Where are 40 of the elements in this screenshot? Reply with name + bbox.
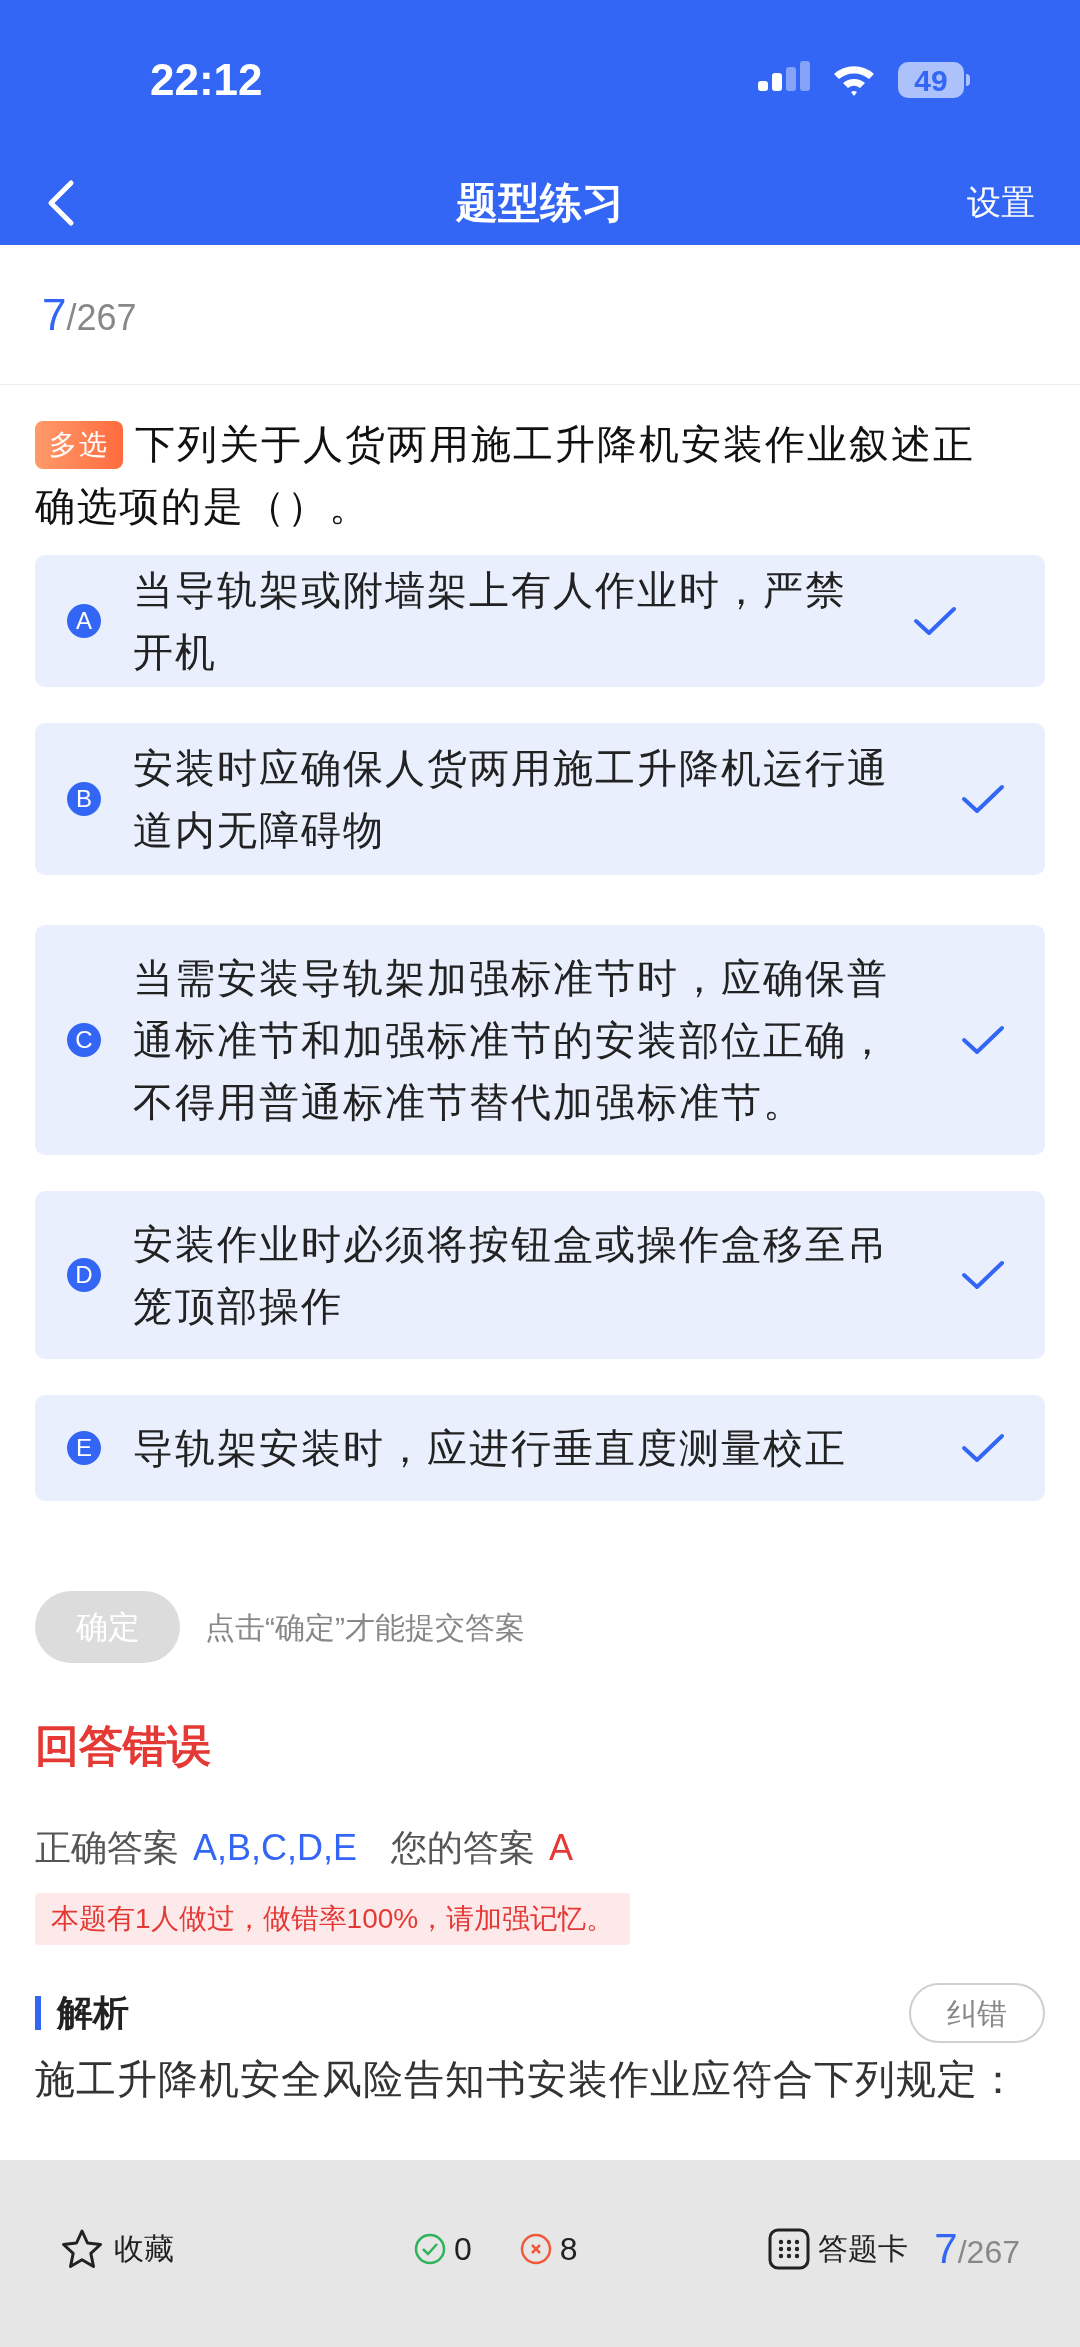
option-letter: A: [67, 604, 101, 638]
analysis-title: 解析: [57, 1991, 129, 2035]
correct-answer-label: 正确答案: [35, 1826, 179, 1870]
option[interactable]: A 当导轨架或附墙架上有人作业时，严禁开机: [35, 555, 1045, 687]
your-answer-label: 您的答案: [391, 1826, 536, 1870]
question-counter: 7/267: [42, 288, 137, 341]
option[interactable]: D 安装作业时必须将按钮盒或操作盒移至吊笼顶部操作: [35, 1191, 1045, 1359]
answer-card-button[interactable]: 答题卡: [768, 2226, 909, 2271]
favorite-button[interactable]: 收藏: [60, 2226, 174, 2271]
option-text: 安装作业时必须将按钮盒或操作盒移至吊笼顶部操作: [133, 1221, 890, 1330]
correct-icon: [414, 2232, 446, 2265]
page-title: 题型练习: [456, 178, 624, 228]
option-letter: B: [67, 782, 101, 816]
option-text: 当导轨架或附墙架上有人作业时，严禁开机: [133, 567, 848, 676]
option-letter: C: [67, 1023, 101, 1057]
grid-icon: [768, 2227, 811, 2270]
star-icon: [60, 2227, 104, 2270]
accent-bar: [35, 1996, 41, 2030]
option-letter: D: [67, 1258, 101, 1292]
option-text: 安装时应确保人货两用施工升降机运行通道内无障碍物: [133, 745, 890, 854]
confirm-hint: 点击“确定”才能提交答案: [205, 1609, 525, 1646]
your-answer-value: A: [549, 1826, 574, 1870]
option-text: 导轨架安装时，应进行垂直度测量校正: [133, 1425, 848, 1472]
option-text: 当需安装导轨架加强标准节时，应确保普通标准节和加强标准节的安装部位正确，不得用普通标准节替代加强标准节。: [133, 955, 890, 1126]
wrong-icon: [519, 2232, 552, 2265]
clock: 22:12: [150, 54, 263, 106]
option[interactable]: B 安装时应确保人货两用施工升降机运行通道内无障碍物: [35, 723, 1045, 875]
option[interactable]: C 当需安装导轨架加强标准节时，应确保普通标准节和加强标准节的安装部位正确，不得用普通标准节替代加强标准节。: [35, 925, 1045, 1155]
correct-answer-value: A,B,C,D,E: [193, 1826, 358, 1870]
analysis-text: 施工升降机安全风险告知书安装作业应符合下列规定：: [35, 2056, 1019, 2103]
correct-count: 0: [454, 2229, 472, 2269]
report-error-button[interactable]: 纠错: [909, 1983, 1045, 2043]
settings-button[interactable]: 设置: [967, 177, 1035, 228]
option-letter: E: [67, 1431, 101, 1465]
error-rate-note: 本题有1人做过，做错率100%，请加强记忆。: [35, 1893, 631, 1945]
option[interactable]: E 导轨架安装时，应进行垂直度测量校正: [35, 1395, 1045, 1501]
wrong-count: 8: [559, 2229, 578, 2269]
progress-counter: 7/267: [934, 2224, 1020, 2274]
result-title: 回答错误: [35, 1720, 212, 1772]
question-text: 多选 下列关于人货两用施工升降机安装作业叙述正确选项的是（）。: [35, 420, 976, 530]
